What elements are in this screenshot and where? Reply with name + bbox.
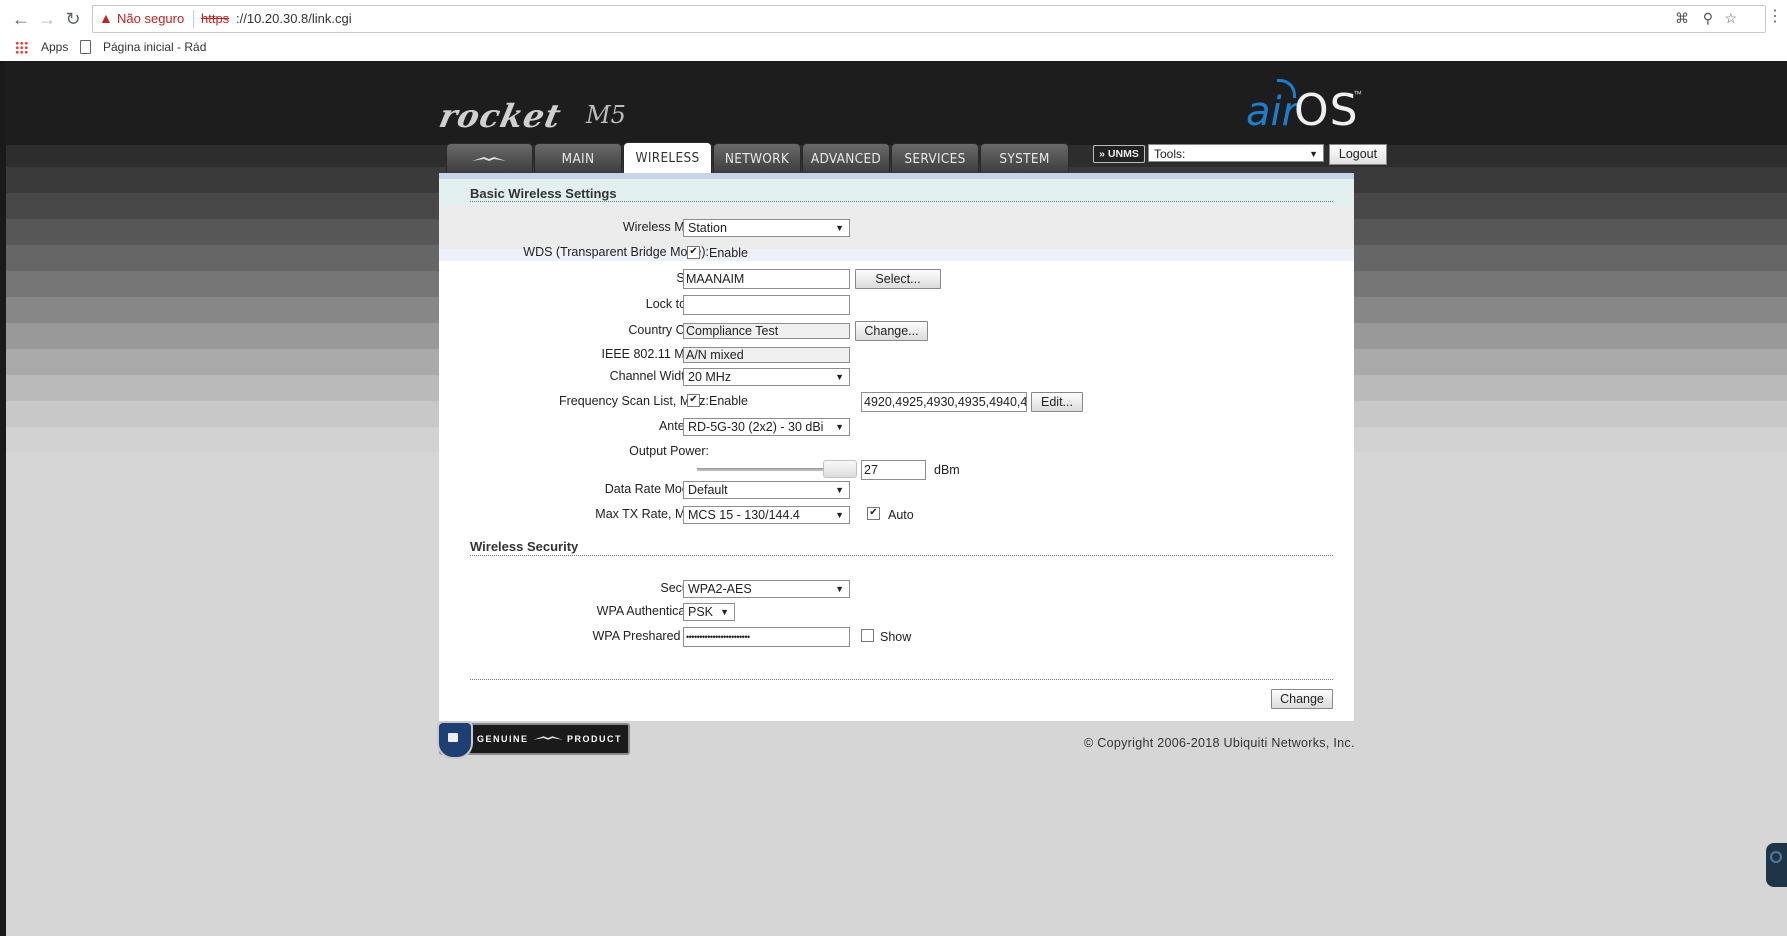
not-secure-label: Não seguro [117, 11, 185, 26]
section-divider [470, 201, 1333, 202]
back-arrow-icon[interactable]: ← [10, 8, 32, 30]
data-rate-value: Default [688, 483, 728, 497]
tab-advanced[interactable]: ADVANCED [802, 143, 890, 172]
url-text: ://10.20.30.8/link.cgi [236, 11, 352, 26]
model-logo: M5 [586, 101, 626, 129]
menu-kebab-icon[interactable]: ⋮ [1764, 6, 1786, 28]
ssid-input[interactable]: MAANAIM [683, 269, 850, 289]
wireless-mode-select[interactable]: Station ▼ [683, 219, 850, 237]
browser-chrome: ← → ↻ ▲ Não seguro https ://10.20.30.8/l… [0, 0, 1787, 62]
dropdown-arrow-icon: ▼ [835, 372, 844, 382]
wds-label: WDS (Transparent Bridge Mode): [523, 245, 709, 259]
genuine-product-badge: GENUINE PRODUCT [437, 721, 630, 759]
airos-logo-air: air [1246, 89, 1299, 135]
dropdown-arrow-icon: ▼ [835, 485, 844, 495]
settings-panel: Basic Wireless Settings Wireless Mode: S… [439, 173, 1354, 721]
airos-page: rocket M5 air OS ™ MAIN WIRELESS NETWORK… [6, 61, 1787, 936]
data-rate-select[interactable]: Default ▼ [683, 481, 850, 499]
page-icon [80, 40, 91, 54]
change-country-button[interactable]: Change... [855, 321, 928, 341]
tab-network[interactable]: NETWORK [713, 143, 801, 172]
airos-logo-os: OS [1294, 85, 1359, 136]
max-tx-select[interactable]: MCS 15 - 130/144.4 ▼ [683, 506, 850, 524]
support-icon [1770, 851, 1782, 863]
edit-freq-button[interactable]: Edit... [1031, 392, 1083, 412]
change-button[interactable]: Change [1271, 689, 1333, 709]
genuine-text: GENUINE [477, 734, 529, 744]
freq-scan-list-input[interactable]: 4920,4925,4930,4935,4940,4945 [861, 392, 1027, 412]
shield-icon [437, 721, 473, 759]
lock-ap-input[interactable] [683, 295, 850, 315]
copyright-text: © Copyright 2006-2018 Ubiquiti Networks,… [1084, 736, 1355, 750]
freq-scan-enable-label: Enable [709, 394, 748, 408]
translate-icon[interactable]: ⌘ [1675, 10, 1689, 27]
dropdown-arrow-icon: ▼ [835, 510, 844, 520]
output-power-input[interactable]: 27 [861, 460, 926, 480]
rocket-logo: rocket [435, 97, 566, 135]
psk-input[interactable]: •••••••••••••••••••••••• [683, 627, 850, 647]
tab-system[interactable]: SYSTEM [980, 143, 1069, 172]
antenna-select[interactable]: RD-5G-30 (2x2) - 30 dBi ▼ [683, 418, 850, 436]
remote-support-tab[interactable] [1766, 843, 1787, 887]
basic-settings-title: Basic Wireless Settings [470, 186, 617, 201]
tab-wireless[interactable]: WIRELESS [623, 142, 712, 173]
wireless-mode-value: Station [688, 221, 727, 235]
wpa-auth-value: PSK [688, 605, 714, 619]
zoom-icon[interactable]: ⚲ [1703, 10, 1713, 27]
product-text: PRODUCT [567, 734, 622, 744]
bookmark-star-icon[interactable]: ☆ [1724, 10, 1737, 27]
security-value: WPA2-AES [688, 582, 752, 596]
dropdown-arrow-icon: ▼ [835, 422, 844, 432]
url-separator [193, 10, 194, 28]
max-tx-value: MCS 15 - 130/144.4 [688, 508, 800, 522]
apps-grid-icon[interactable] [15, 41, 28, 54]
max-tx-auto-checkbox[interactable]: ✔ [867, 507, 880, 520]
select-ssid-button[interactable]: Select... [855, 269, 941, 289]
url-scheme: https [201, 11, 230, 26]
logout-button[interactable]: Logout [1329, 144, 1387, 165]
wds-enable-label: Enable [709, 246, 748, 260]
output-power-slider-track[interactable] [697, 468, 825, 471]
ieee-mode-field: A/N mixed [683, 347, 850, 363]
lock-icon [448, 733, 458, 742]
bookmark-home[interactable]: Página inicial - Rádio [103, 40, 206, 54]
footer-divider [470, 679, 1333, 680]
warning-icon: ▲ [99, 10, 113, 26]
security-select[interactable]: WPA2-AES ▼ [683, 580, 850, 598]
address-bar[interactable]: ▲ Não seguro https ://10.20.30.8/link.cg… [92, 5, 1766, 33]
output-power-slider-thumb[interactable] [823, 460, 857, 478]
dropdown-arrow-icon: ▼ [835, 223, 844, 233]
show-key-checkbox[interactable] [861, 629, 874, 642]
max-tx-auto-label: Auto [888, 508, 914, 522]
section-divider [470, 555, 1333, 556]
tab-main[interactable]: MAIN [534, 143, 622, 172]
wireless-security-title: Wireless Security [470, 539, 579, 554]
country-code-field: Compliance Test [683, 323, 850, 339]
channel-width-value: 20 MHz [688, 370, 732, 384]
dropdown-arrow-icon: ▼ [1309, 149, 1318, 159]
tab-services[interactable]: SERVICES [891, 143, 979, 172]
show-key-label: Show [880, 630, 912, 644]
tab-ubiquiti-logo[interactable] [446, 143, 533, 172]
output-power-unit: dBm [934, 463, 960, 477]
wpa-auth-select[interactable]: PSK ▼ [683, 603, 735, 621]
ubiquiti-antenna-icon [472, 157, 506, 161]
header-band [6, 61, 1787, 145]
ubiquiti-antenna-icon [533, 736, 563, 740]
tools-select[interactable]: Tools: ▼ [1148, 144, 1324, 162]
bookmarks-bar: Apps Página inicial - Rádio [0, 36, 1787, 60]
wds-enable-checkbox[interactable]: ✔ [687, 246, 700, 259]
bookmark-apps[interactable]: Apps [41, 40, 68, 54]
antenna-value: RD-5G-30 (2x2) - 30 dBi [688, 420, 824, 434]
output-power-label: Output Power: [629, 444, 709, 458]
freq-scan-enable-checkbox[interactable]: ✔ [687, 394, 700, 407]
dropdown-arrow-icon: ▼ [720, 607, 729, 617]
dropdown-arrow-icon: ▼ [835, 584, 844, 594]
reload-icon[interactable]: ↻ [62, 8, 84, 30]
channel-width-select[interactable]: 20 MHz ▼ [683, 368, 850, 386]
tools-select-value: Tools: [1154, 147, 1186, 161]
forward-arrow-icon[interactable]: → [36, 8, 58, 30]
trademark-mark: ™ [1353, 89, 1362, 99]
unms-button[interactable]: » UNMS [1093, 145, 1145, 163]
